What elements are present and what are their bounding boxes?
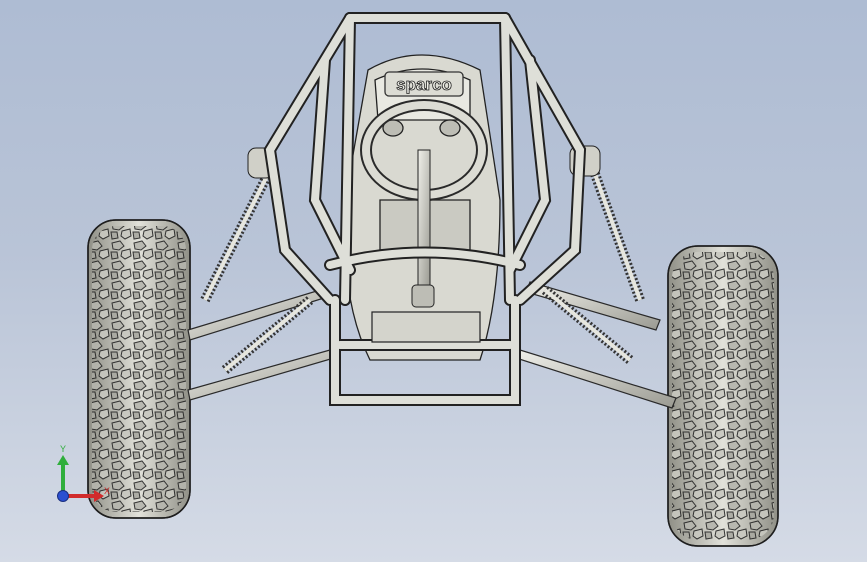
left-tire xyxy=(87,219,191,519)
seat-logo: sparco xyxy=(396,75,452,94)
triad-y-label: Y xyxy=(60,444,66,454)
triad-x-label: X xyxy=(104,486,110,496)
right-shock-absorbers xyxy=(541,145,645,364)
right-tire xyxy=(667,245,779,547)
3d-model-viewport[interactable]: sparco Y X xyxy=(0,0,867,562)
